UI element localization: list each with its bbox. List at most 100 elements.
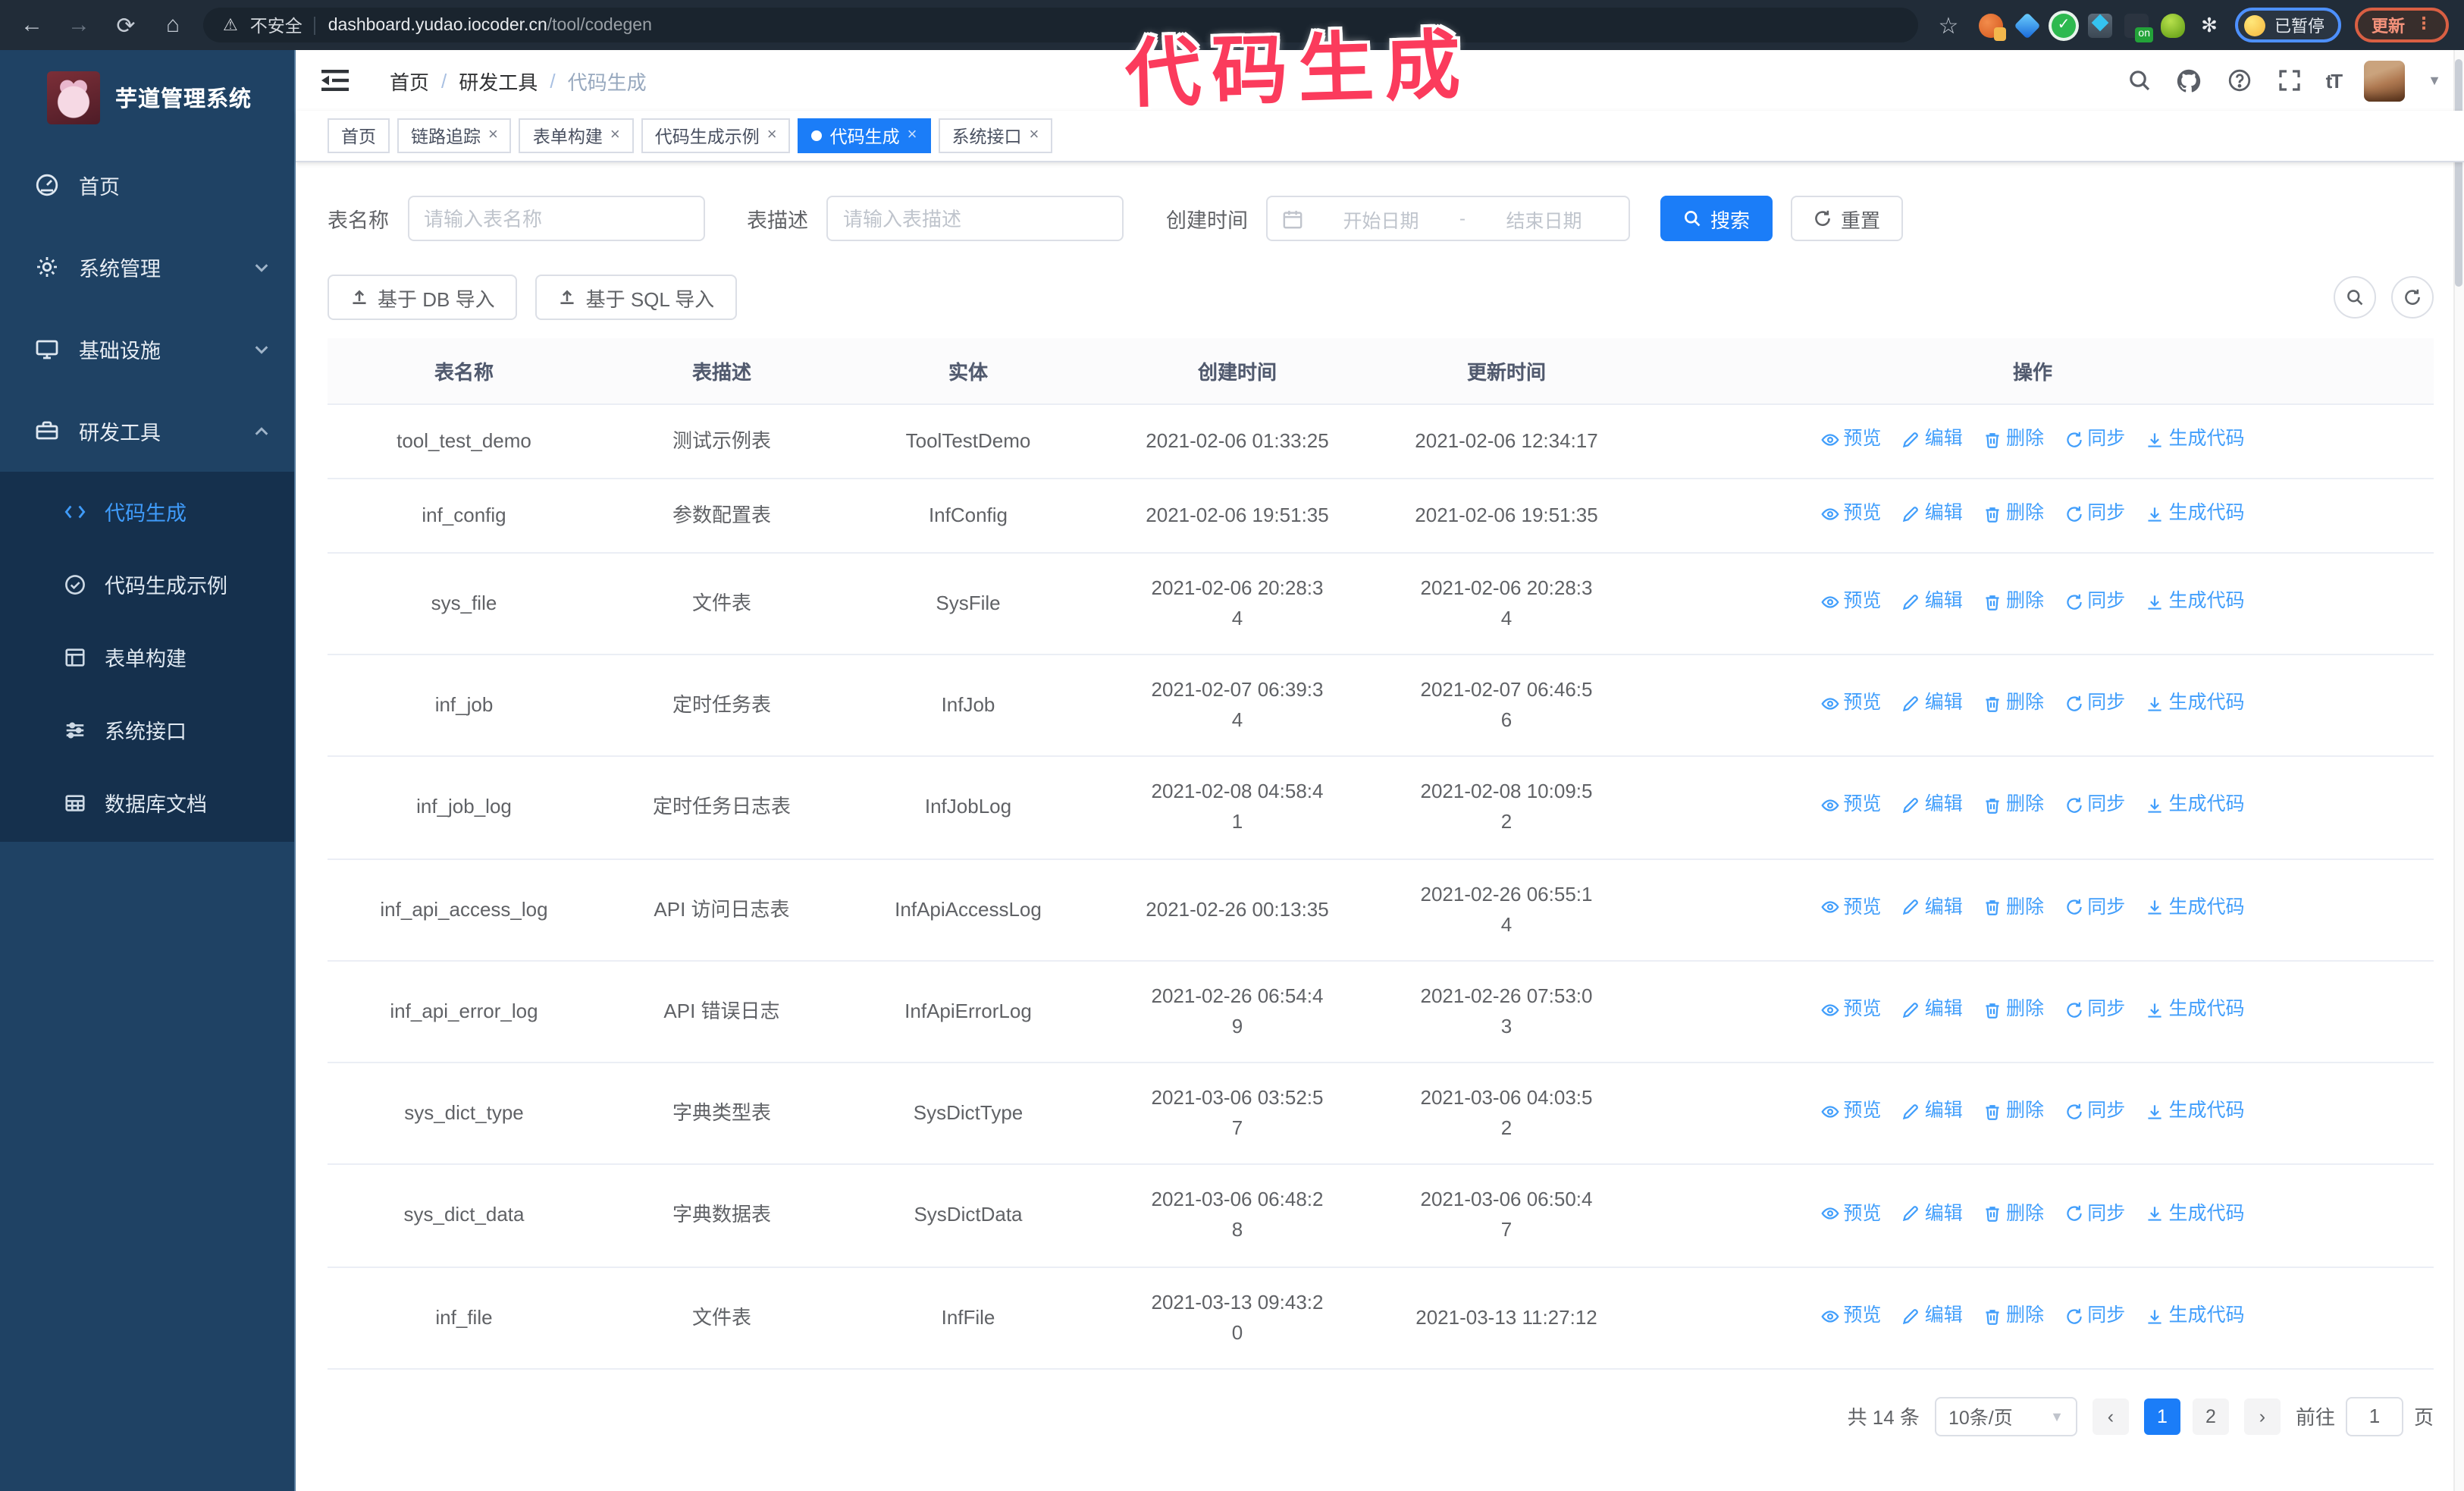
sync-link[interactable]: 同步 — [2064, 791, 2125, 821]
sync-link[interactable]: 同步 — [2064, 893, 2125, 922]
tab-首页[interactable]: 首页 — [328, 118, 390, 153]
delete-link[interactable]: 删除 — [1983, 1097, 2044, 1127]
extension-check-icon[interactable] — [2052, 13, 2076, 37]
sidebar-item-db-doc[interactable]: 数据库文档 — [0, 766, 294, 839]
delete-link[interactable]: 删除 — [1983, 689, 2044, 718]
sidebar-item-system[interactable]: 系统管理 — [0, 226, 294, 308]
preview-link[interactable]: 预览 — [1820, 893, 1881, 922]
browser-update-button[interactable]: 更新 ⋮ — [2355, 8, 2449, 42]
extension-orange-icon[interactable] — [1979, 13, 2006, 40]
preview-link[interactable]: 预览 — [1820, 1199, 1881, 1229]
kebab-menu-icon[interactable]: ⋮ — [2415, 16, 2432, 33]
reload-icon[interactable]: ⟳ — [109, 8, 143, 42]
preview-link[interactable]: 预览 — [1820, 1097, 1881, 1127]
generate-code-link[interactable]: 生成代码 — [2146, 1301, 2245, 1331]
sync-link[interactable]: 同步 — [2064, 1301, 2125, 1331]
generate-code-link[interactable]: 生成代码 — [2146, 791, 2245, 821]
generate-code-link[interactable]: 生成代码 — [2146, 587, 2245, 617]
refresh-table-button[interactable] — [2391, 276, 2434, 319]
prev-page-button[interactable]: ‹ — [2092, 1398, 2129, 1435]
sync-link[interactable]: 同步 — [2064, 1097, 2125, 1127]
tab-系统接口[interactable]: 系统接口 × — [938, 118, 1053, 153]
search-icon[interactable] — [2126, 67, 2153, 94]
breadcrumb-devtools[interactable]: 研发工具 — [459, 66, 538, 95]
extension-on-badge-icon[interactable] — [2124, 13, 2153, 42]
avatar[interactable] — [2364, 60, 2406, 101]
preview-link[interactable]: 预览 — [1820, 499, 1881, 529]
generate-code-link[interactable]: 生成代码 — [2146, 1199, 2245, 1229]
edit-link[interactable]: 编辑 — [1902, 995, 1963, 1025]
edit-link[interactable]: 编辑 — [1902, 1097, 1963, 1127]
github-icon[interactable] — [2176, 67, 2203, 94]
font-size-icon[interactable]: tT — [2326, 69, 2343, 92]
sync-link[interactable]: 同步 — [2064, 425, 2125, 454]
close-icon[interactable]: × — [610, 127, 620, 144]
generate-code-link[interactable]: 生成代码 — [2146, 1097, 2245, 1127]
preview-link[interactable]: 预览 — [1820, 587, 1881, 617]
extensions-puzzle-icon[interactable]: ✻ — [2197, 13, 2221, 37]
fullscreen-icon[interactable] — [2276, 67, 2303, 94]
reset-button[interactable]: 重置 — [1791, 196, 1904, 241]
close-icon[interactable]: × — [767, 127, 777, 144]
delete-link[interactable]: 删除 — [1983, 995, 2044, 1025]
sidebar-item-form-builder[interactable]: 表单构建 — [0, 620, 294, 693]
page-size-select[interactable]: 10条/页 ▼ — [1934, 1396, 2077, 1436]
delete-link[interactable]: 删除 — [1983, 893, 2044, 922]
generate-code-link[interactable]: 生成代码 — [2146, 425, 2245, 454]
edit-link[interactable]: 编辑 — [1902, 791, 1963, 821]
preview-link[interactable]: 预览 — [1820, 791, 1881, 821]
preview-link[interactable]: 预览 — [1820, 689, 1881, 718]
sidebar-item-devtools[interactable]: 研发工具 — [0, 390, 294, 472]
sync-link[interactable]: 同步 — [2064, 689, 2125, 718]
sync-link[interactable]: 同步 — [2064, 995, 2125, 1025]
toggle-search-button[interactable] — [2334, 276, 2376, 319]
close-icon[interactable]: × — [1030, 127, 1039, 144]
tab-代码生成[interactable]: 代码生成 × — [798, 118, 931, 153]
import-sql-button[interactable]: 基于 SQL 导入 — [535, 275, 738, 320]
sidebar-item-system-api[interactable]: 系统接口 — [0, 693, 294, 766]
forward-icon[interactable]: → — [62, 8, 96, 42]
generate-code-link[interactable]: 生成代码 — [2146, 995, 2245, 1025]
next-page-button[interactable]: › — [2243, 1398, 2281, 1435]
edit-link[interactable]: 编辑 — [1902, 587, 1963, 617]
preview-link[interactable]: 预览 — [1820, 995, 1881, 1025]
goto-page-input[interactable] — [2345, 1396, 2403, 1436]
sync-link[interactable]: 同步 — [2064, 1199, 2125, 1229]
edit-link[interactable]: 编辑 — [1902, 425, 1963, 454]
back-icon[interactable]: ← — [15, 8, 49, 42]
edit-link[interactable]: 编辑 — [1902, 689, 1963, 718]
scrollbar-thumb[interactable] — [2455, 59, 2462, 287]
extension-grid-icon[interactable] — [2088, 13, 2112, 37]
table-desc-input[interactable] — [826, 196, 1124, 241]
sync-link[interactable]: 同步 — [2064, 587, 2125, 617]
browser-profile-chip[interactable]: 已暂停 — [2235, 8, 2341, 42]
delete-link[interactable]: 删除 — [1983, 587, 2044, 617]
breadcrumb-home[interactable]: 首页 — [390, 66, 429, 95]
generate-code-link[interactable]: 生成代码 — [2146, 499, 2245, 529]
close-icon[interactable]: × — [488, 127, 498, 144]
generate-code-link[interactable]: 生成代码 — [2146, 893, 2245, 922]
sidebar-item-infra[interactable]: 基础设施 — [0, 308, 294, 390]
edit-link[interactable]: 编辑 — [1902, 1301, 1963, 1331]
tab-链路追踪[interactable]: 链路追踪 × — [397, 118, 512, 153]
home-icon[interactable]: ⌂ — [156, 8, 190, 42]
delete-link[interactable]: 删除 — [1983, 499, 2044, 529]
delete-link[interactable]: 删除 — [1983, 1301, 2044, 1331]
date-range-picker[interactable]: 开始日期 - 结束日期 — [1266, 196, 1630, 241]
sync-link[interactable]: 同步 — [2064, 499, 2125, 529]
sidebar-item-codegen-example[interactable]: 代码生成示例 — [0, 548, 294, 620]
page-button-1[interactable]: 1 — [2143, 1398, 2180, 1435]
address-bar[interactable]: ⚠ 不安全 dashboard.yudao.iocoder.cn/tool/co… — [203, 8, 1918, 42]
preview-link[interactable]: 预览 — [1820, 425, 1881, 454]
hamburger-icon[interactable] — [321, 68, 349, 93]
edit-link[interactable]: 编辑 — [1902, 1199, 1963, 1229]
import-db-button[interactable]: 基于 DB 导入 — [328, 275, 518, 320]
help-icon[interactable] — [2226, 67, 2253, 94]
close-icon[interactable]: × — [908, 127, 917, 144]
edit-link[interactable]: 编辑 — [1902, 499, 1963, 529]
sidebar-item-codegen[interactable]: 代码生成 — [0, 475, 294, 548]
table-name-input[interactable] — [407, 196, 704, 241]
preview-link[interactable]: 预览 — [1820, 1301, 1881, 1331]
delete-link[interactable]: 删除 — [1983, 791, 2044, 821]
extension-green-bot-icon[interactable] — [2161, 13, 2185, 37]
